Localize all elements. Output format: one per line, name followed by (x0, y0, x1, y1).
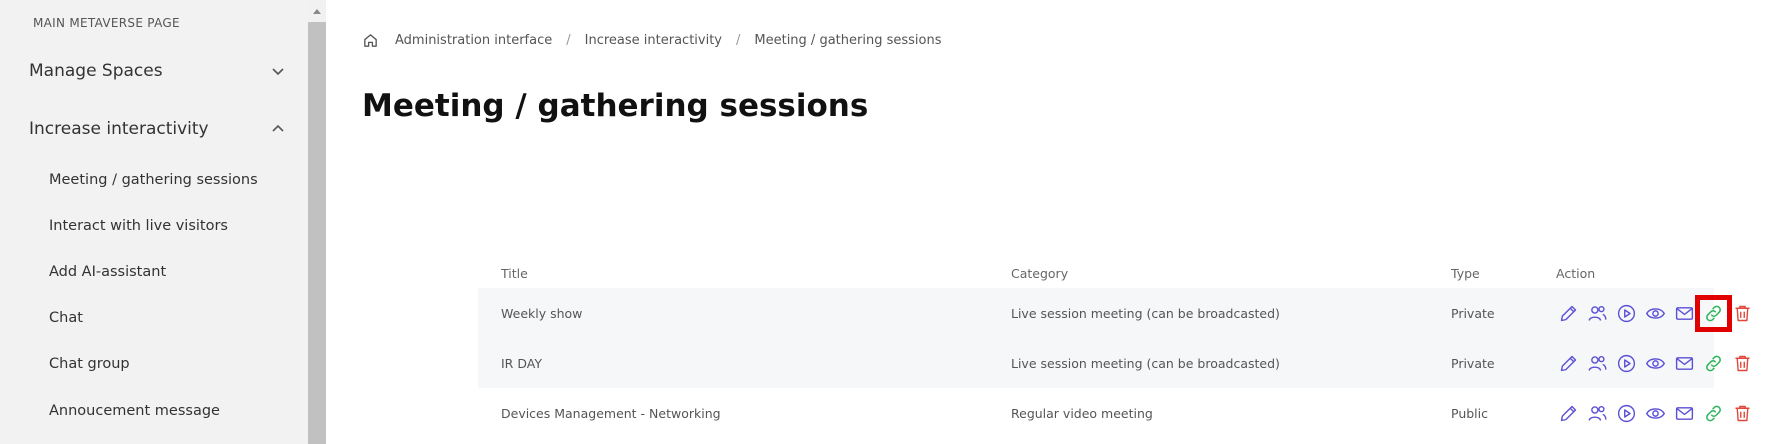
row-title: Weekly show (501, 305, 583, 321)
mail-icon (1674, 353, 1695, 374)
breadcrumb-item-current: Meeting / gathering sessions (754, 33, 942, 48)
delete-icon (1732, 353, 1753, 374)
sidebar-item-ai-assistant[interactable]: Add AI-assistant (49, 264, 166, 280)
play-icon (1616, 353, 1637, 374)
sidebar-group-increase-interactivity[interactable]: Increase interactivity (29, 109, 285, 149)
users-icon (1587, 403, 1608, 424)
breadcrumb-item-admin[interactable]: Administration interface (395, 33, 552, 48)
edit-icon (1558, 303, 1579, 324)
delete-icon (1732, 403, 1753, 424)
header-action: Action (1556, 265, 1596, 281)
table-row: Devices Management - Networking Regular … (478, 388, 1750, 438)
row-category: Live session meeting (can be broadcasted… (1011, 355, 1280, 371)
table-row: IR DAY Live session meeting (can be broa… (478, 338, 1750, 388)
row-category: Regular video meeting (1011, 405, 1153, 421)
breadcrumb-separator: / (736, 33, 741, 48)
row-title: Devices Management - Networking (501, 405, 721, 421)
breadcrumb: Administration interface / Increase inte… (362, 32, 941, 49)
view-button[interactable] (1643, 351, 1668, 376)
users-icon (1587, 353, 1608, 374)
chevron-up-icon (272, 124, 284, 132)
mail-button[interactable] (1672, 351, 1697, 376)
row-type: Public (1451, 405, 1488, 421)
view-button[interactable] (1643, 301, 1668, 326)
header-category: Category (1011, 265, 1069, 281)
breadcrumb-separator: / (566, 33, 571, 48)
edit-button[interactable] (1556, 351, 1581, 376)
play-button[interactable] (1614, 301, 1639, 326)
mail-button[interactable] (1672, 301, 1697, 326)
sessions-table: Title Category Type Action Weekly show L… (478, 258, 1750, 438)
sidebar-item-live-visitors[interactable]: Interact with live visitors (49, 218, 228, 234)
mail-button[interactable] (1672, 401, 1697, 426)
breadcrumb-item-interactivity[interactable]: Increase interactivity (585, 33, 722, 48)
edit-button[interactable] (1556, 301, 1581, 326)
row-category: Live session meeting (can be broadcasted… (1011, 305, 1280, 321)
sidebar-section-title: MAIN METAVERSE PAGE (33, 16, 180, 30)
view-icon (1645, 353, 1666, 374)
link-button[interactable] (1701, 351, 1726, 376)
main-content: Administration interface / Increase inte… (326, 0, 1776, 444)
page-title: Meeting / gathering sessions (362, 88, 869, 124)
row-actions (1556, 288, 1755, 338)
view-icon (1645, 403, 1666, 424)
sidebar: MAIN METAVERSE PAGE Manage Spaces Increa… (0, 0, 308, 444)
users-button[interactable] (1585, 351, 1610, 376)
sidebar-item-announcement[interactable]: Annoucement message (49, 403, 220, 419)
row-type: Private (1451, 305, 1495, 321)
link-button[interactable] (1701, 401, 1726, 426)
edit-button[interactable] (1556, 401, 1581, 426)
view-button[interactable] (1643, 401, 1668, 426)
users-button[interactable] (1585, 301, 1610, 326)
sidebar-scrollbar[interactable] (308, 0, 326, 444)
mail-icon (1674, 403, 1695, 424)
link-icon (1703, 303, 1724, 324)
play-button[interactable] (1614, 401, 1639, 426)
sidebar-item-meeting-sessions[interactable]: Meeting / gathering sessions (49, 172, 258, 188)
scroll-up-arrow-icon[interactable] (308, 0, 326, 22)
sidebar-item-chat[interactable]: Chat (49, 310, 83, 326)
link-icon (1703, 403, 1724, 424)
play-icon (1616, 303, 1637, 324)
play-button[interactable] (1614, 351, 1639, 376)
row-type: Private (1451, 355, 1495, 371)
table-header: Title Category Type Action (478, 258, 1714, 288)
header-title: Title (501, 265, 528, 281)
home-icon[interactable] (362, 32, 379, 49)
mail-icon (1674, 303, 1695, 324)
play-icon (1616, 403, 1637, 424)
delete-button[interactable] (1730, 301, 1755, 326)
delete-icon (1732, 303, 1753, 324)
view-icon (1645, 303, 1666, 324)
delete-button[interactable] (1730, 401, 1755, 426)
sidebar-group-label: Manage Spaces (29, 61, 163, 81)
sidebar-group-label: Increase interactivity (29, 119, 209, 139)
row-actions (1556, 388, 1755, 438)
users-button[interactable] (1585, 401, 1610, 426)
sidebar-group-manage-spaces[interactable]: Manage Spaces (29, 51, 285, 91)
delete-button[interactable] (1730, 351, 1755, 376)
link-button[interactable] (1695, 294, 1732, 332)
link-icon (1703, 353, 1724, 374)
users-icon (1587, 303, 1608, 324)
chevron-down-icon (272, 68, 284, 76)
edit-icon (1558, 403, 1579, 424)
table-row: Weekly show Live session meeting (can be… (478, 288, 1750, 338)
edit-icon (1558, 353, 1579, 374)
sidebar-item-chat-group[interactable]: Chat group (49, 356, 130, 372)
row-actions (1556, 338, 1755, 388)
row-title: IR DAY (501, 355, 542, 371)
header-type: Type (1451, 265, 1480, 281)
